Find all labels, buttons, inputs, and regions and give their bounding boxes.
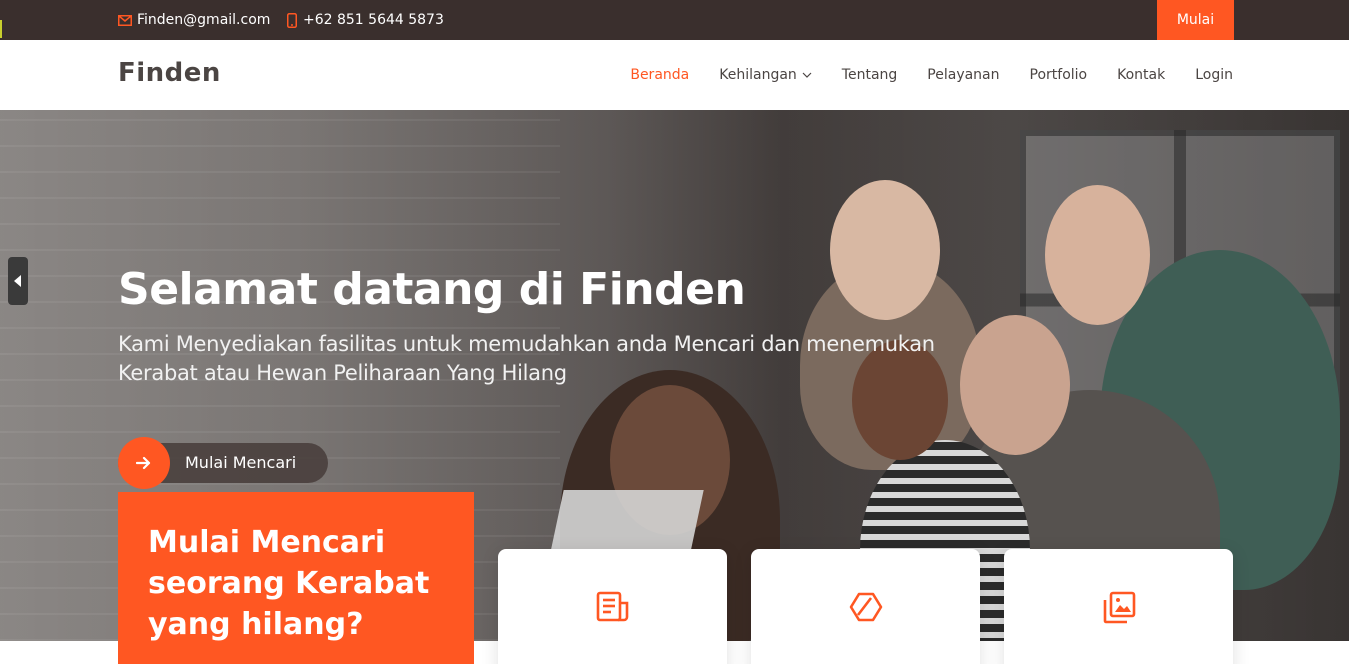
top-bar: Finden@gmail.com +62 851 5644 5873 Mulai [0,0,1349,40]
chevron-down-icon [802,72,812,78]
phone-text: +62 851 5644 5873 [303,12,444,28]
email-text: Finden@gmail.com [137,12,271,28]
nav-label: Kehilangan [719,67,797,83]
nav-label: Pelayanan [927,67,1000,83]
nav-item-beranda[interactable]: Beranda [630,67,689,83]
left-edge-accent [0,20,2,38]
nav-label: Tentang [841,67,898,83]
start-button[interactable]: Mulai [1157,0,1234,40]
nav-item-kehilangan[interactable]: Kehilangan [719,67,812,83]
images-icon [1103,591,1135,624]
search-promo-card: Mulai Mencari seorang Kerabat yang hilan… [118,492,474,664]
contact-email[interactable]: Finden@gmail.com [118,0,270,40]
arrow-circle [118,437,170,489]
nav-item-pelayanan[interactable]: Pelayanan [927,67,999,83]
start-search-button[interactable]: Mulai Mencari [118,437,328,489]
news-icon [596,591,628,622]
side-panel-toggle[interactable] [8,257,28,305]
nav-label: Beranda [630,67,690,83]
contact-phone[interactable]: +62 851 5644 5873 [287,0,444,40]
nav-item-tentang[interactable]: Tentang [842,67,898,83]
logo[interactable]: Finden [118,58,221,88]
nav-item-kontak[interactable]: Kontak [1117,67,1165,83]
nav-label: Portfolio [1029,67,1088,83]
nav-item-login[interactable]: Login [1195,67,1233,83]
phone-icon [287,12,297,28]
person-head-shape [1045,185,1150,325]
header: Finden Beranda Kehilangan Tentang Pelaya… [0,40,1349,110]
nav-label: Login [1195,67,1233,83]
search-promo-text: Mulai Mencari seorang Kerabat yang hilan… [148,525,430,642]
hero-title: Selamat datang di Finden [118,264,746,315]
hero-subtitle: Kami Menyediakan fasilitas untuk memudah… [118,332,935,385]
box-icon [849,592,882,622]
envelope-icon [118,14,132,26]
person-head-shape [830,180,940,320]
feature-card-images[interactable] [1004,549,1233,664]
main-nav: Beranda Kehilangan Tentang Pelayanan Por… [600,40,1233,110]
nav-label: Kontak [1117,67,1166,83]
feature-card-box[interactable] [751,549,980,664]
feature-card-news[interactable] [498,549,727,664]
start-search-label: Mulai Mencari [185,453,297,472]
caret-left-icon [14,275,21,287]
arrow-right-icon [136,456,151,470]
nav-item-portfolio[interactable]: Portfolio [1030,67,1088,83]
